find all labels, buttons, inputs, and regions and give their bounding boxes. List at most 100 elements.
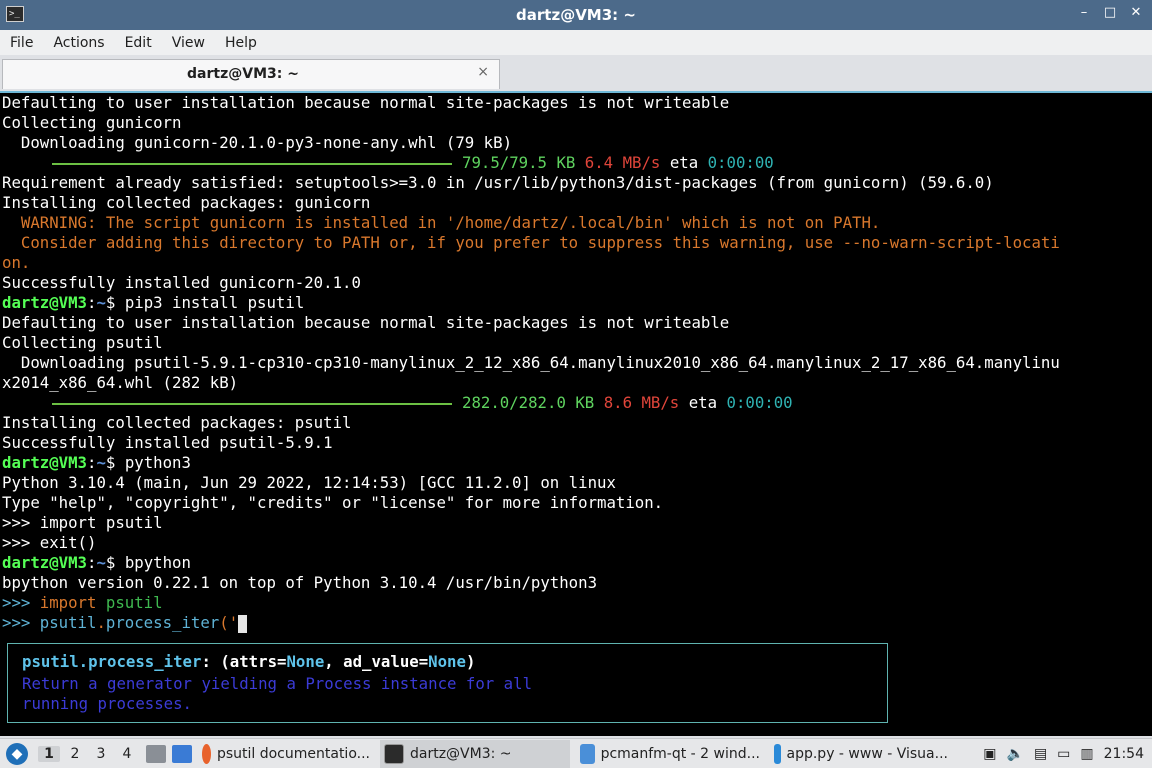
progress-info: 79.5/79.5 KB 6.4 MB/s eta 0:00:00	[462, 153, 774, 173]
volume-icon[interactable]: 🔈	[1007, 746, 1024, 762]
folder-icon	[580, 743, 595, 764]
terminal-tab[interactable]: dartz@VM3: ~ ×	[2, 59, 500, 89]
window-titlebar[interactable]: >_ dartz@VM3: ~ – □ ✕	[0, 0, 1152, 30]
desktop-3[interactable]: 3	[90, 746, 112, 762]
taskbar: ◆ 1 2 3 4 psutil documentatio... dartz@V…	[0, 738, 1152, 768]
task-label: pcmanfm-qt - 2 wind...	[600, 745, 760, 762]
desktop-2[interactable]: 2	[64, 746, 86, 762]
menu-edit[interactable]: Edit	[115, 35, 162, 51]
signature-function: psutil.process_iter	[22, 652, 202, 671]
task-label: app.py - www - Visua...	[786, 745, 949, 762]
command-text: pip3 install psutil	[115, 293, 305, 312]
signature-line: psutil.process_iter: (attrs=None, ad_val…	[22, 652, 475, 671]
terminal-line: x2014_x86_64.whl (282 kB)	[2, 373, 239, 392]
firefox-icon	[202, 743, 211, 764]
task-terminal[interactable]: dartz@VM3: ~	[380, 739, 570, 768]
show-desktop-icon[interactable]	[146, 744, 166, 763]
progress-bar-psutil	[52, 403, 452, 405]
network-icon[interactable]: ▭	[1057, 746, 1070, 762]
desktop-4[interactable]: 4	[116, 746, 138, 762]
clipboard-icon[interactable]: ▣	[983, 746, 996, 762]
prompt-line: dartz@VM3:~$ pip3 install psutil	[2, 293, 304, 313]
prompt-dollar: $	[105, 553, 116, 572]
signature-arg: ad_value	[343, 652, 419, 671]
dot: .	[96, 613, 106, 632]
terminal-line: Defaulting to user installation because …	[2, 93, 730, 112]
terminal-line: Python 3.10.4 (main, Jun 29 2022, 12:14:…	[2, 473, 616, 492]
terminal-line: >>> exit()	[2, 533, 97, 552]
window-controls: – □ ✕	[1076, 5, 1144, 20]
command-text: bpython	[115, 553, 191, 572]
maximize-button[interactable]: □	[1102, 5, 1118, 20]
window-title: dartz@VM3: ~	[516, 6, 636, 24]
command-text: python3	[115, 453, 191, 472]
download-speed: 6.4 MB/s	[584, 153, 661, 172]
text-cursor	[238, 614, 248, 633]
progress-info: 282.0/282.0 KB 8.6 MB/s eta 0:00:00	[462, 393, 793, 413]
signature-eq: =	[418, 652, 429, 671]
signature-tooltip: psutil.process_iter: (attrs=None, ad_val…	[7, 643, 888, 723]
file-manager-icon[interactable]	[172, 744, 192, 763]
task-vscode[interactable]: app.py - www - Visua...	[770, 740, 952, 768]
clock[interactable]: 21:54	[1104, 746, 1144, 762]
warning-line: Consider adding this directory to PATH o…	[2, 233, 1060, 252]
task-file-manager[interactable]: pcmanfm-qt - 2 wind...	[576, 740, 764, 768]
vscode-icon	[774, 743, 781, 764]
tab-bar: dartz@VM3: ~ ×	[0, 55, 1152, 89]
prompt-path: ~	[96, 453, 106, 472]
signature-colon: : (	[201, 652, 230, 671]
terminal-line: Requirement already satisfied: setuptool…	[2, 173, 994, 192]
function-name: process_iter	[105, 613, 220, 632]
terminal-output[interactable]: Defaulting to user installation because …	[0, 91, 1152, 736]
start-menu-icon[interactable]: ◆	[6, 742, 28, 765]
bpython-line: >>> import psutil	[2, 593, 163, 613]
menu-actions[interactable]: Actions	[43, 35, 114, 51]
signature-default: None	[428, 652, 466, 671]
tab-close-icon[interactable]: ×	[477, 64, 489, 80]
warning-line: on.	[2, 253, 31, 272]
menu-help[interactable]: Help	[215, 35, 267, 51]
task-label: dartz@VM3: ~	[410, 745, 512, 762]
prompt-user: dartz@VM3	[2, 453, 88, 472]
eta-value: 0:00:00	[707, 153, 774, 172]
keyword-import: import	[39, 593, 97, 612]
bpython-prompt: >>>	[2, 593, 40, 612]
terminal-line: Type "help", "copyright", "credits" or "…	[2, 493, 664, 512]
task-firefox[interactable]: psutil documentatio...	[198, 740, 374, 768]
prompt-dollar: $	[105, 453, 116, 472]
docstring-line: running processes.	[22, 694, 193, 713]
terminal-line: Collecting gunicorn	[2, 113, 182, 132]
module-name: psutil	[96, 593, 163, 612]
system-tray: ▣ 🔈 ▤ ▭ ▥ 21:54	[973, 739, 1152, 768]
menu-bar: File Actions Edit View Help	[0, 30, 1152, 55]
prompt-dollar: $	[105, 293, 116, 312]
module-name: psutil	[39, 613, 97, 632]
signature-default: None	[286, 652, 325, 671]
task-label: psutil documentatio...	[216, 745, 370, 762]
download-size: 79.5/79.5 KB	[462, 153, 576, 172]
prompt-path: ~	[96, 293, 106, 312]
minimize-button[interactable]: –	[1076, 5, 1092, 20]
download-speed: 8.6 MB/s	[603, 393, 680, 412]
terminal-line: Successfully installed gunicorn-20.1.0	[2, 273, 361, 292]
terminal-line: Downloading gunicorn-20.1.0-py3-none-any…	[2, 133, 513, 152]
terminal-line: Installing collected packages: psutil	[2, 413, 352, 432]
menu-view[interactable]: View	[162, 35, 215, 51]
bpython-input-line[interactable]: >>> psutil.process_iter('	[2, 613, 248, 633]
close-button[interactable]: ✕	[1128, 5, 1144, 20]
progress-bar-gunicorn	[52, 163, 452, 165]
menu-file[interactable]: File	[0, 35, 43, 51]
terminal-line: Defaulting to user installation because …	[2, 313, 730, 332]
notes-icon[interactable]: ▤	[1034, 746, 1047, 762]
docstring-line: Return a generator yielding a Process in…	[22, 674, 533, 693]
terminal-line: >>> import psutil	[2, 513, 163, 532]
signature-arg: attrs	[229, 652, 278, 671]
desktop-1[interactable]: 1	[38, 745, 60, 762]
storage-icon[interactable]: ▥	[1080, 746, 1093, 762]
download-size: 282.0/282.0 KB	[462, 393, 595, 412]
terminal-line: Successfully installed psutil-5.9.1	[2, 433, 333, 452]
eta-label: eta	[669, 153, 699, 172]
prompt-path: ~	[96, 553, 106, 572]
open-paren: ('	[219, 613, 239, 632]
terminal-line: bpython version 0.22.1 on top of Python …	[2, 573, 598, 592]
